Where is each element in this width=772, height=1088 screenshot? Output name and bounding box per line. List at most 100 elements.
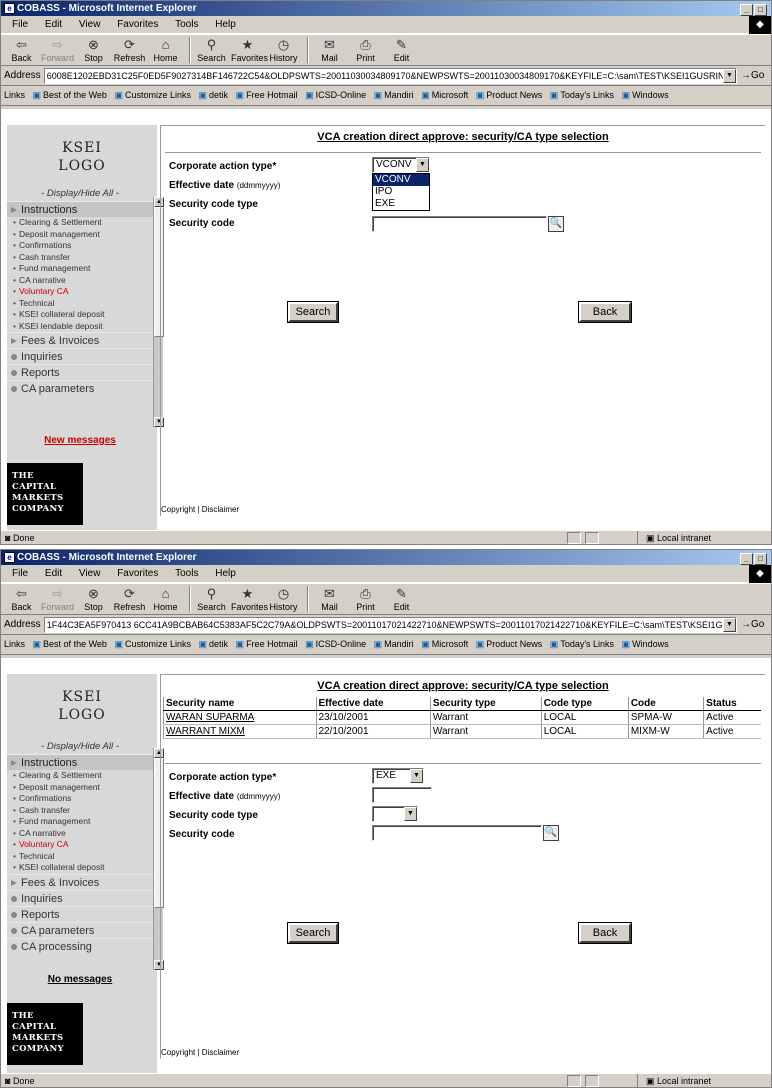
menu-edit[interactable]: Edit — [45, 568, 62, 579]
option-vconv[interactable]: VCONV — [373, 174, 429, 186]
link-item[interactable]: Windows — [622, 90, 669, 100]
link-item[interactable]: Best of the Web — [33, 90, 107, 100]
nav-item[interactable]: CA narrative — [7, 275, 153, 287]
chevron-down-icon[interactable]: ▼ — [723, 68, 736, 83]
forward-button[interactable]: ⇨ Forward — [41, 37, 74, 63]
menu-edit[interactable]: Edit — [45, 19, 62, 30]
stop-button[interactable]: ⊗ Stop — [77, 586, 110, 612]
mail-button[interactable]: ✉ Mail — [313, 586, 346, 612]
link-item[interactable]: Windows — [622, 639, 669, 649]
chevron-down-icon[interactable]: ▼ — [416, 158, 429, 172]
link-item[interactable]: Customize Links — [114, 90, 191, 100]
menu-file[interactable]: File — [12, 568, 28, 579]
menu-help[interactable]: Help — [215, 568, 236, 579]
search-button[interactable]: Search — [288, 302, 338, 322]
mail-button[interactable]: ✉ Mail — [313, 37, 346, 63]
nav-item-voluntary-ca[interactable]: Voluntary CA — [7, 286, 153, 298]
maximize-button[interactable]: □ — [754, 4, 767, 16]
refresh-button[interactable]: ⟳ Refresh — [113, 586, 146, 612]
ca-type-select[interactable]: EXE ▼ — [372, 768, 424, 784]
link-item[interactable]: detik — [199, 90, 229, 100]
back-button[interactable]: ⇦ Back — [5, 37, 38, 63]
nav-item[interactable]: KSEI lendable deposit — [7, 321, 153, 333]
option-ipo[interactable]: IPO — [373, 186, 429, 198]
nav-reports[interactable]: Reports — [7, 905, 153, 922]
nav-inquiries[interactable]: Inquiries — [7, 348, 153, 364]
copyright-disclaimer[interactable]: Copyright | Disclaimer — [161, 505, 239, 514]
lookup-search-icon[interactable]: 🔍 — [548, 216, 564, 232]
stop-button[interactable]: ⊗ Stop — [77, 37, 110, 63]
link-item[interactable]: Free Hotmail — [236, 639, 298, 649]
link-item[interactable]: Today's Links — [550, 90, 614, 100]
chevron-down-icon[interactable]: ▼ — [404, 807, 417, 821]
effective-date-input[interactable] — [372, 787, 432, 803]
nav-item-voluntary-ca[interactable]: Voluntary CA — [7, 839, 153, 851]
minimize-button[interactable]: _ — [740, 553, 753, 565]
display-hide-all-link[interactable]: - Display/Hide All - — [7, 740, 153, 754]
link-item[interactable]: Free Hotmail — [236, 90, 298, 100]
maximize-button[interactable]: □ — [754, 553, 767, 565]
menu-favorites[interactable]: Favorites — [117, 19, 158, 30]
nav-item[interactable]: Cash transfer — [7, 252, 153, 264]
security-code-input[interactable] — [372, 216, 547, 232]
menu-view[interactable]: View — [79, 19, 101, 30]
nav-item[interactable]: Confirmations — [7, 793, 153, 805]
search-button[interactable]: ⚲ Search — [195, 586, 228, 612]
go-button[interactable]: →Go — [737, 619, 771, 630]
nav-ca-parameters[interactable]: CA parameters — [7, 921, 153, 938]
option-exe[interactable]: EXE — [373, 198, 429, 210]
menu-help[interactable]: Help — [215, 19, 236, 30]
nav-item[interactable]: Technical — [7, 298, 153, 310]
messages-link[interactable]: No messages — [7, 974, 153, 985]
nav-fees-invoices[interactable]: Fees & Invoices — [7, 873, 153, 890]
nav-item[interactable]: KSEI collateral deposit — [7, 862, 153, 874]
link-item[interactable]: Mandiri — [374, 639, 414, 649]
nav-ca-processing[interactable]: CA processing — [7, 937, 153, 954]
favorites-button[interactable]: ★ Favorites — [231, 586, 268, 612]
menu-favorites[interactable]: Favorites — [117, 568, 158, 579]
menu-view[interactable]: View — [79, 568, 101, 579]
link-item[interactable]: ICSD-Online — [305, 90, 366, 100]
nav-item[interactable]: Clearing & Settlement — [7, 770, 153, 782]
link-item[interactable]: Product News — [476, 90, 543, 100]
print-button[interactable]: ⎙ Print — [349, 37, 382, 63]
link-item[interactable]: Product News — [476, 639, 543, 649]
display-hide-all-link[interactable]: - Display/Hide All - — [7, 187, 153, 201]
chevron-down-icon[interactable]: ▼ — [723, 617, 736, 632]
link-item[interactable]: Today's Links — [550, 639, 614, 649]
refresh-button[interactable]: ⟳ Refresh — [113, 37, 146, 63]
go-button[interactable]: →Go — [737, 70, 771, 81]
edit-button[interactable]: ✎ Edit — [385, 37, 418, 63]
nav-item[interactable]: Deposit management — [7, 782, 153, 794]
home-button[interactable]: ⌂ Home — [149, 37, 182, 63]
nav-inquiries[interactable]: Inquiries — [7, 889, 153, 906]
nav-item[interactable]: Technical — [7, 851, 153, 863]
nav-fees-invoices[interactable]: Fees & Invoices — [7, 332, 153, 348]
copyright-disclaimer[interactable]: Copyright | Disclaimer — [161, 1048, 239, 1057]
nav-instructions[interactable]: Instructions — [7, 754, 153, 770]
security-code-type-select[interactable]: ▼ — [372, 806, 418, 822]
link-item[interactable]: Customize Links — [114, 639, 191, 649]
history-button[interactable]: ◷ History — [267, 586, 300, 612]
ca-type-select[interactable]: VCONV ▼ — [372, 157, 430, 173]
security-code-input[interactable] — [372, 825, 542, 841]
back-button[interactable]: Back — [579, 923, 631, 943]
link-item[interactable]: Microsoft — [421, 90, 468, 100]
nav-item[interactable]: Confirmations — [7, 240, 153, 252]
link-item[interactable]: Mandiri — [374, 90, 414, 100]
nav-item[interactable]: Deposit management — [7, 229, 153, 241]
minimize-button[interactable]: _ — [740, 4, 753, 16]
search-button[interactable]: ⚲ Search — [195, 37, 228, 63]
nav-item[interactable]: KSEI collateral deposit — [7, 309, 153, 321]
menu-file[interactable]: File — [12, 19, 28, 30]
history-button[interactable]: ◷ History — [267, 37, 300, 63]
nav-ca-parameters[interactable]: CA parameters — [7, 380, 153, 396]
messages-link[interactable]: New messages — [7, 435, 153, 446]
address-input[interactable]: 1F44C3EA5F970413 6CC41A9BCBAB64C5383AF5C… — [43, 616, 737, 633]
nav-item[interactable]: Cash transfer — [7, 805, 153, 817]
nav-item[interactable]: Fund management — [7, 816, 153, 828]
address-input[interactable]: 6008E1202EBD31C25F0ED5F9027314BF146722C5… — [43, 67, 737, 84]
back-button[interactable]: Back — [579, 302, 631, 322]
security-link[interactable]: WARAN SUPARMA — [166, 712, 254, 723]
menu-tools[interactable]: Tools — [175, 568, 198, 579]
